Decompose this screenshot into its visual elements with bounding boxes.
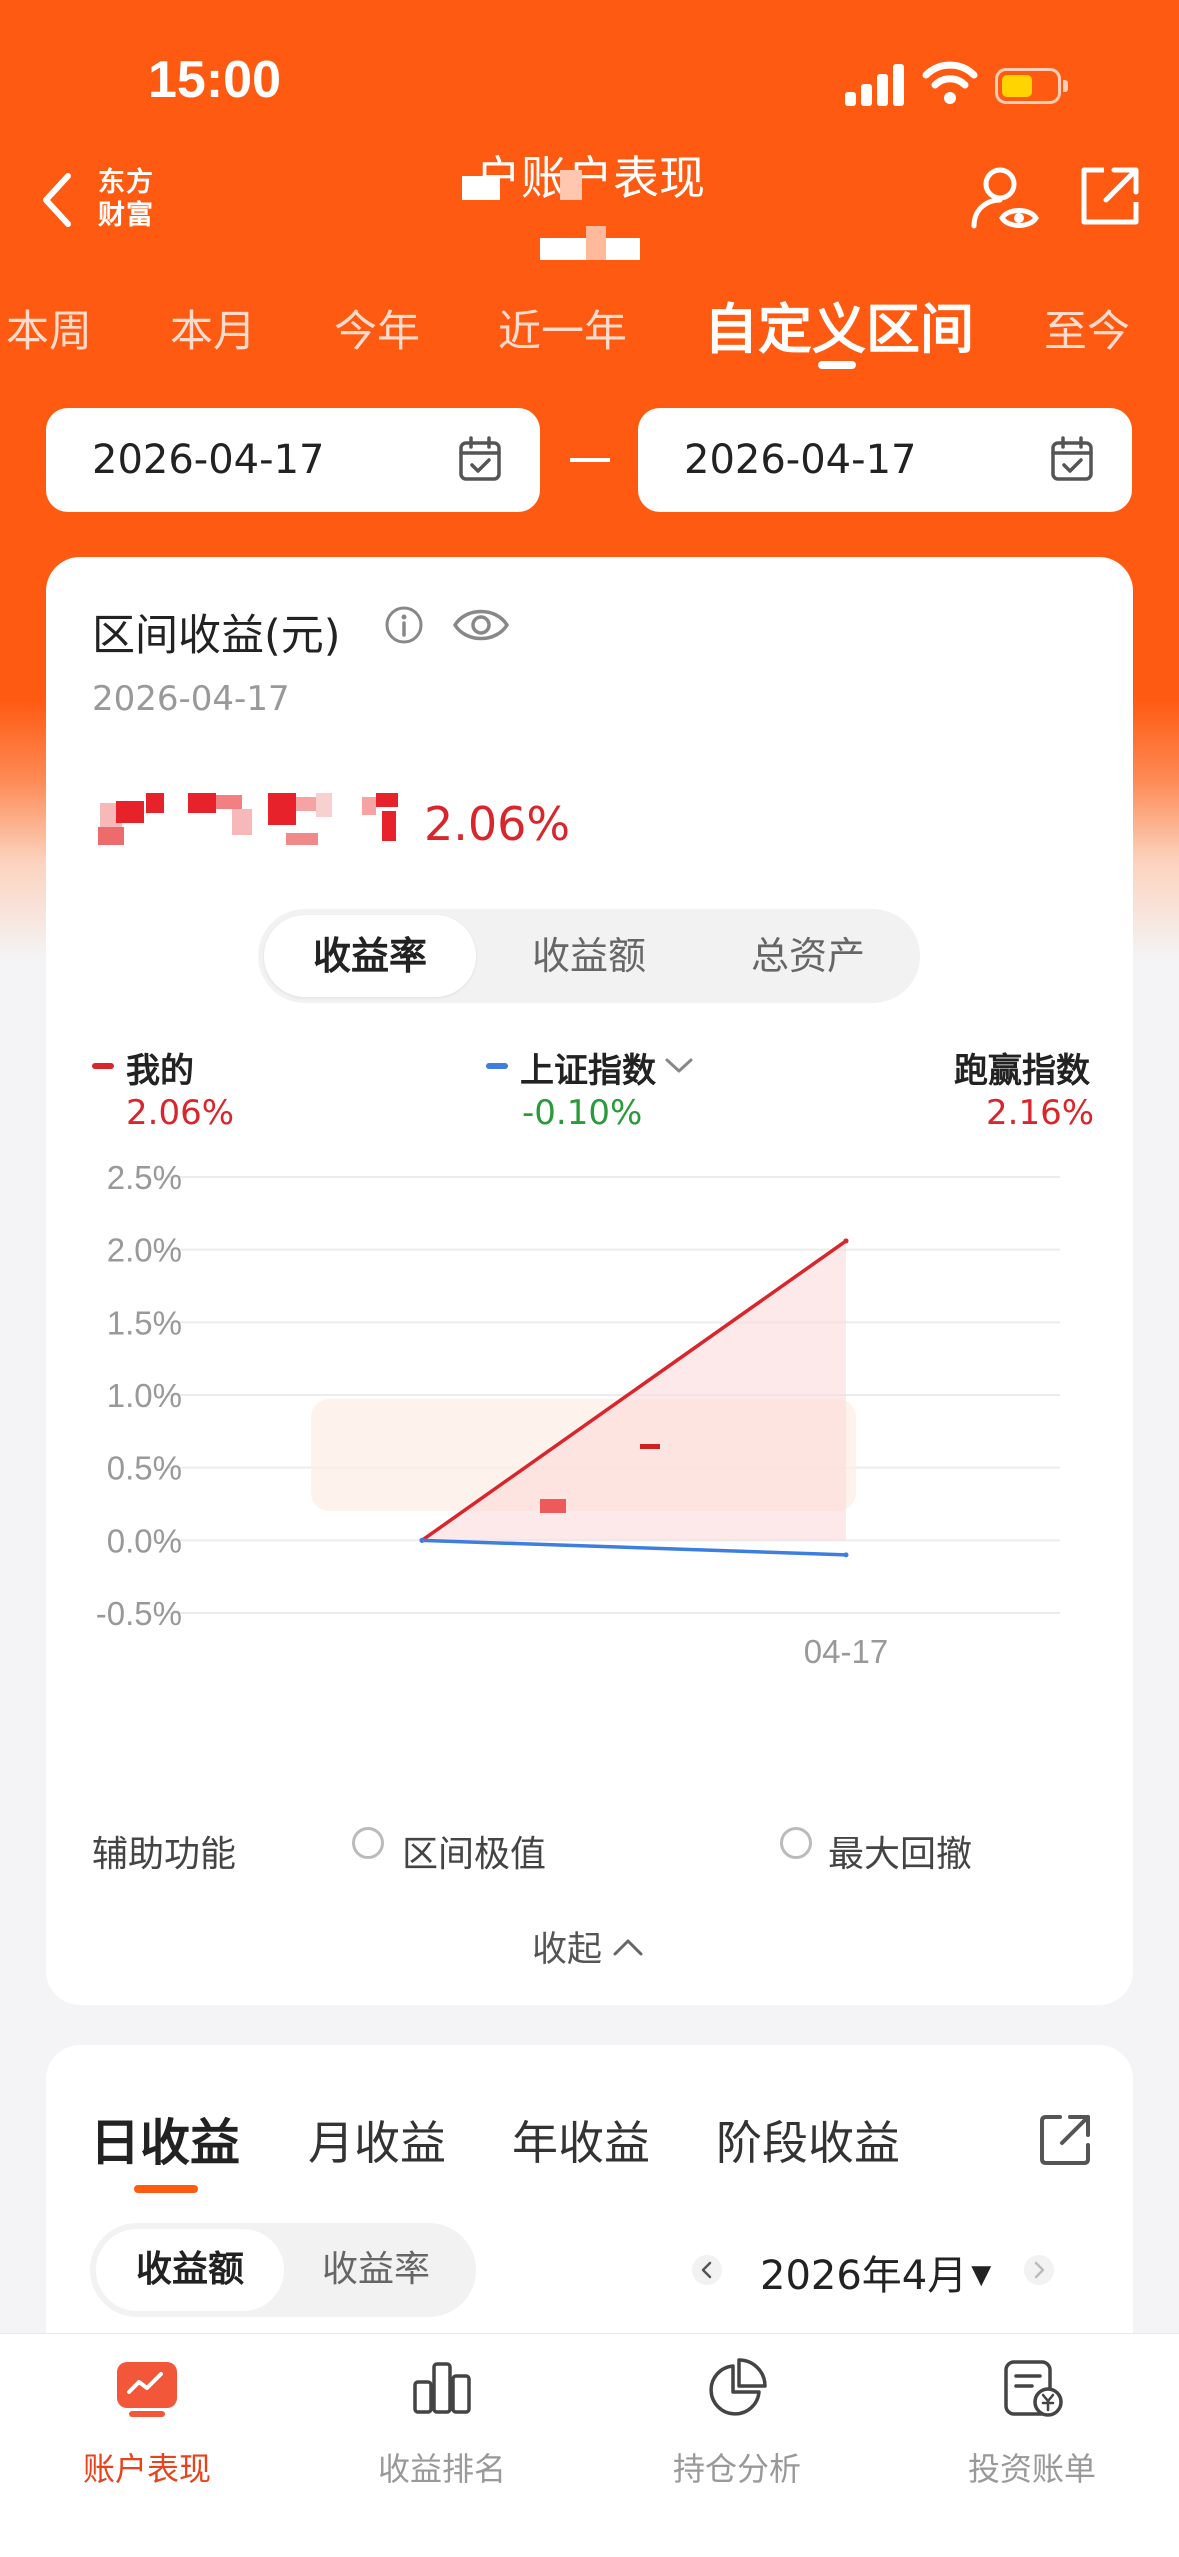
max-drawdown-label[interactable]: 最大回撤 [828,1825,972,1877]
active-tab-indicator [818,361,856,369]
tab-investment-bill[interactable]: 投资账单 [885,2334,1179,2514]
info-icon[interactable] [384,605,424,645]
range-return-date: 2026-04-17 [92,679,290,719]
earnings-metric-toggle: 收益额 收益率 [90,2223,476,2317]
range-extremes-label[interactable]: 区间极值 [402,1825,546,1877]
legend-beat-label: 跑赢指数 [954,1051,1090,1091]
data-point [419,1537,425,1543]
user-view-icon[interactable] [968,162,1040,234]
legend-index-swatch [486,1063,508,1069]
y-tick-label: 1.0% [107,1377,182,1414]
y-tick-label: -0.5% [96,1595,182,1632]
pie-chart-icon [709,2358,767,2416]
date-range-separator [570,458,610,462]
period-tabs: 本周 本月 今年 近一年 自定义区间 至今 [0,285,1179,375]
radio-max-drawdown[interactable] [780,1827,812,1859]
legend-index-label[interactable]: 上证指数 [520,1043,656,1092]
share-icon[interactable] [1078,164,1142,228]
prev-month-icon[interactable] [692,2255,722,2285]
tab-return-rate[interactable]: 收益率 [264,915,476,997]
metric-segment: 收益率 收益额 总资产 [258,909,920,1003]
end-date-field[interactable]: 2026-04-17 [638,408,1132,512]
x-tick-label: 04-17 [804,1633,888,1667]
privacy-mask [640,1444,660,1449]
data-point [843,1238,849,1244]
tab-last-year[interactable]: 近一年 [498,297,627,359]
bottom-tab-bar: 账户表现 收益排名 持仓分析 投资账单 [0,2333,1179,2557]
tab-monthly-earnings[interactable]: 月收益 [308,2107,446,2173]
legend-index-value: -0.10% [522,1093,643,1133]
eye-icon[interactable] [452,603,510,647]
page-title: 户账户表现 [475,151,705,205]
y-tick-label: 2.0% [107,1232,182,1269]
privacy-mask [560,170,582,200]
tab-holdings-analysis[interactable]: 持仓分析 [590,2334,884,2514]
privacy-mask [540,1499,566,1513]
tab-this-week[interactable]: 本周 [6,297,92,359]
tab-yearly-earnings[interactable]: 年收益 [512,2107,650,2173]
privacy-mask [540,226,640,260]
tab-stage-earnings[interactable]: 阶段收益 [716,2107,900,2173]
next-month-icon[interactable] [1024,2255,1054,2285]
collapse-button[interactable]: 收起 [532,1921,644,1972]
tab-daily-earnings[interactable]: 日收益 [90,2103,240,2175]
tab-to-date[interactable]: 至今 [1044,297,1130,359]
tab-this-month[interactable]: 本月 [170,297,256,359]
y-tick-label: 1.5% [107,1304,182,1341]
toggle-earnings-amount[interactable]: 收益额 [96,2229,284,2311]
legend-beat-value: 2.16% [986,1093,1095,1133]
account-performance-icon [117,2362,177,2417]
status-time: 15:00 [148,51,281,109]
aux-functions-label: 辅助功能 [92,1834,237,1875]
cellular-signal-icon [845,62,905,106]
data-point [843,1552,849,1558]
range-return-title: 区间收益(元) [92,611,341,661]
chevron-down-icon[interactable] [664,1057,694,1075]
active-tab-indicator [134,2185,198,2193]
share-icon[interactable] [1038,2111,1094,2167]
caret-down-icon: ▼ [971,2260,992,2290]
return-line-chart: 2.5% 2.0% 1.5% 1.0% 0.5% 0.0% -0.5% 04-17 [96,1159,1060,1667]
bill-icon [1004,2360,1063,2417]
legend-mine-value: 2.06% [126,1093,235,1133]
y-tick-label: 2.5% [107,1159,182,1196]
back-arrow-icon[interactable] [36,170,80,230]
tab-return-amount[interactable]: 收益额 [483,915,695,997]
legend-mine-swatch [92,1063,114,1069]
range-return-percent: 2.06% [424,797,571,851]
calendar-icon [1051,436,1093,481]
start-date-field[interactable]: 2026-04-17 [46,408,540,512]
range-return-card: 区间收益(元) 2026-04-17 2.06% 收益率 收益额 总资产 我的 … [46,557,1133,2005]
y-tick-label: 0.0% [107,1522,182,1559]
calendar-icon [459,436,501,481]
toggle-earnings-rate[interactable]: 收益率 [282,2229,470,2311]
tab-account-performance[interactable]: 账户表现 [0,2334,294,2514]
chevron-up-icon [613,1939,643,1956]
privacy-mask [462,176,500,200]
legend-mine-label: 我的 [126,1051,194,1091]
eastmoney-logo: 东方 财富 [98,167,154,231]
tab-custom-range[interactable]: 自定义区间 [704,285,974,364]
tab-earnings-ranking[interactable]: 收益排名 [295,2334,589,2514]
radio-range-extremes[interactable] [352,1827,384,1859]
battery-icon [995,68,1068,104]
series-line-index [420,1538,848,1557]
wifi-icon [922,61,978,104]
ranking-icon [413,2362,471,2414]
tab-this-year[interactable]: 今年 [334,297,420,359]
month-selector[interactable]: 2026年4月 ▼ [760,2243,991,2301]
tab-total-assets[interactable]: 总资产 [702,915,914,997]
y-tick-label: 0.5% [107,1450,182,1487]
